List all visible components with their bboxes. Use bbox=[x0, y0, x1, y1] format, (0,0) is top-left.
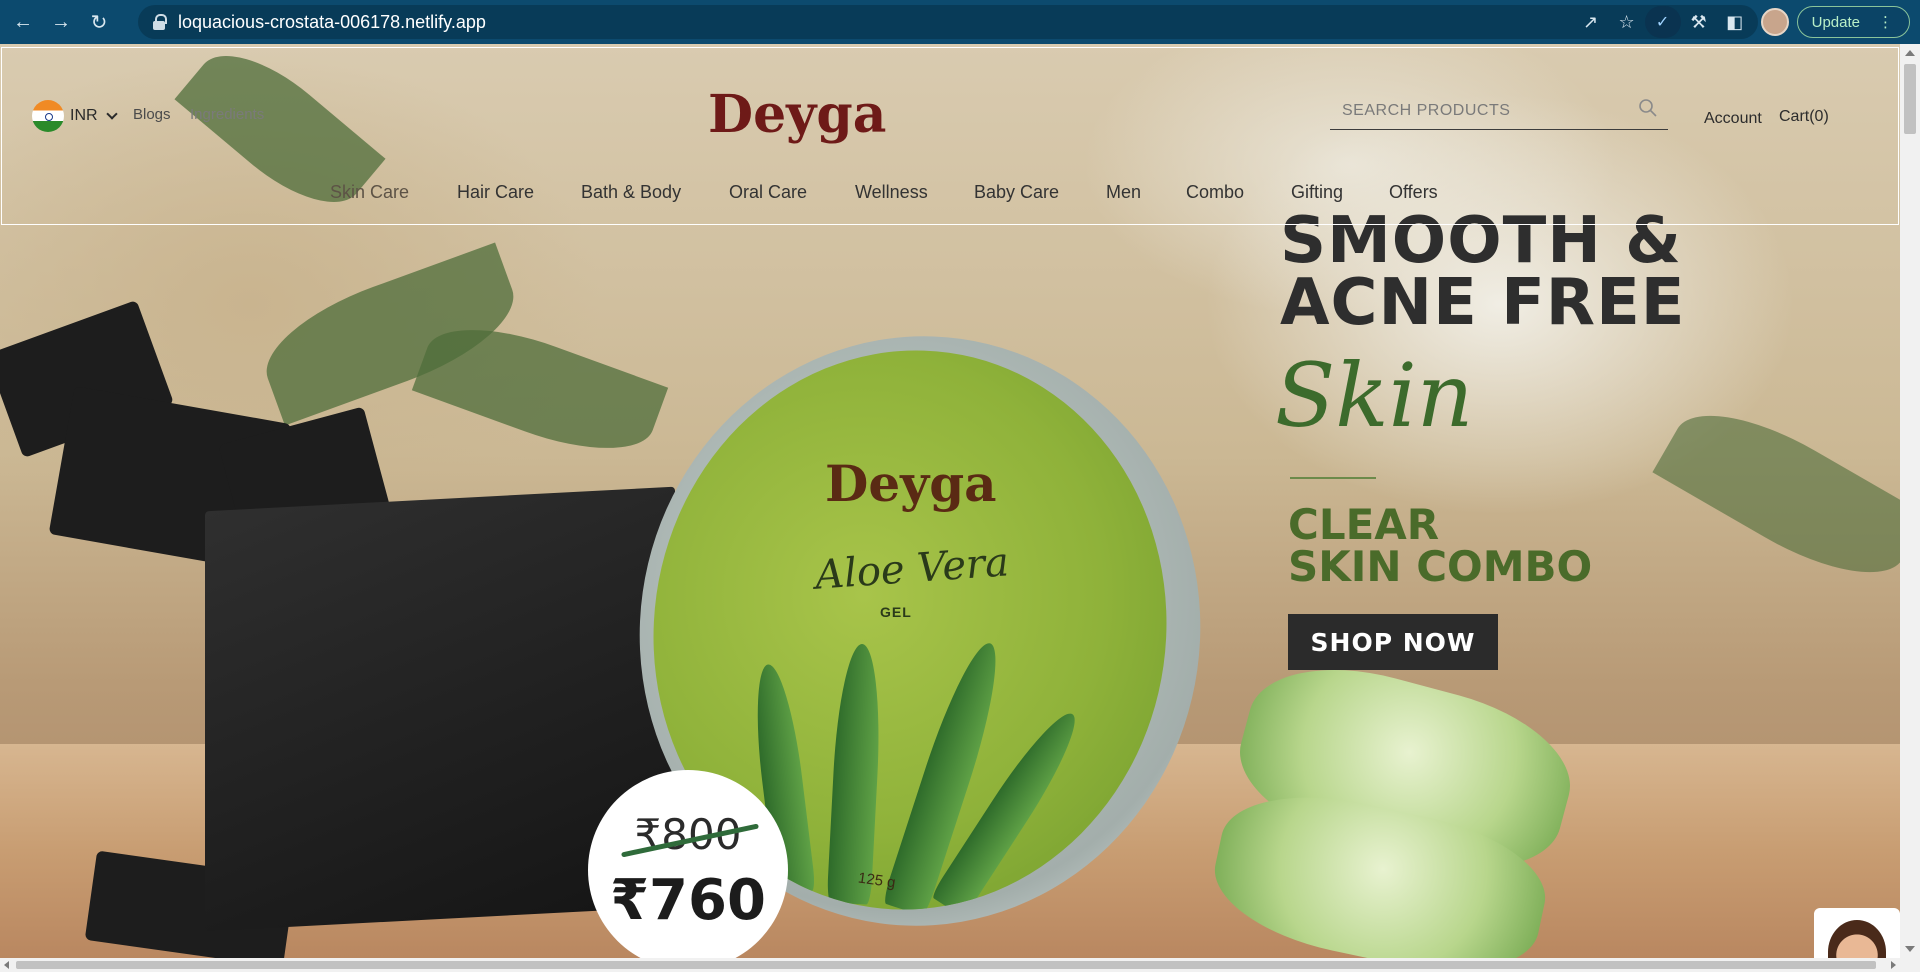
search-input[interactable] bbox=[1330, 94, 1630, 128]
shop-now-button[interactable]: SHOP NOW bbox=[1288, 614, 1498, 670]
original-price: ₹800 bbox=[634, 810, 742, 859]
scrollbar-thumb[interactable] bbox=[16, 961, 1876, 969]
account-link[interactable]: Account bbox=[1704, 110, 1762, 128]
ingredients-link[interactable]: Ingredients bbox=[190, 106, 264, 123]
nav-item-bath-body[interactable]: Bath & Body bbox=[581, 182, 681, 203]
page-viewport: Deyga Aloe Vera GEL 125 g ₹800 ₹760 SMOO… bbox=[0, 44, 1900, 958]
scrollbar-thumb[interactable] bbox=[1904, 64, 1916, 134]
scroll-up-icon[interactable] bbox=[1905, 50, 1915, 56]
update-button[interactable]: Update ⋮ bbox=[1796, 6, 1910, 38]
combo-title-line2: SKIN COMBO bbox=[1288, 542, 1593, 591]
url-text[interactable]: loquacious-crostata-006178.netlify.app bbox=[178, 12, 486, 33]
nav-item-combo[interactable]: Combo bbox=[1186, 182, 1244, 203]
promo-divider bbox=[1290, 477, 1376, 479]
address-bar[interactable]: loquacious-crostata-006178.netlify.app bbox=[138, 5, 1758, 39]
menu-kebab-icon: ⋮ bbox=[1878, 14, 1893, 31]
chat-assistant-widget[interactable] bbox=[1814, 908, 1900, 958]
scroll-right-icon[interactable] bbox=[1891, 961, 1896, 969]
promo-script-text: Skin bbox=[1275, 344, 1474, 447]
update-label: Update bbox=[1811, 13, 1860, 31]
bookmark-star-icon[interactable]: ☆ bbox=[1609, 4, 1645, 40]
nav-item-baby-care[interactable]: Baby Care bbox=[974, 182, 1059, 203]
jar-brand-text: Deyga bbox=[825, 454, 997, 513]
nav-item-gifting[interactable]: Gifting bbox=[1291, 182, 1343, 203]
jar-product-type: GEL bbox=[880, 604, 912, 620]
main-navigation: Skin Care Hair Care Bath & Body Oral Car… bbox=[2, 182, 1900, 214]
chat-avatar-icon bbox=[1828, 920, 1886, 958]
nav-item-wellness[interactable]: Wellness bbox=[855, 182, 928, 203]
blogs-link[interactable]: Blogs bbox=[133, 106, 171, 123]
forward-icon[interactable]: → bbox=[46, 7, 76, 37]
aloe-illustration bbox=[826, 642, 885, 905]
site-logo[interactable]: Deyga bbox=[708, 84, 886, 145]
background-leaf bbox=[1652, 385, 1900, 603]
cart-link[interactable]: Cart(0) bbox=[1779, 108, 1829, 126]
nav-item-skin-care[interactable]: Skin Care bbox=[330, 182, 409, 203]
back-icon[interactable]: ← bbox=[8, 7, 38, 37]
nav-item-men[interactable]: Men bbox=[1106, 182, 1141, 203]
extensions-puzzle-icon[interactable]: ⚒ bbox=[1681, 4, 1717, 40]
profile-avatar[interactable] bbox=[1760, 8, 1789, 36]
search-box bbox=[1330, 94, 1668, 130]
share-icon[interactable]: ↗ bbox=[1573, 4, 1609, 40]
sale-price: ₹760 bbox=[610, 868, 766, 933]
browser-toolbar: ← → ↻ loquacious-crostata-006178.netlify… bbox=[0, 0, 1920, 44]
chevron-down-icon bbox=[105, 108, 118, 120]
nav-item-oral-care[interactable]: Oral Care bbox=[729, 182, 807, 203]
reload-icon[interactable]: ↻ bbox=[84, 7, 114, 37]
horizontal-scrollbar[interactable] bbox=[0, 958, 1920, 972]
site-header: INR Blogs Ingredients Deyga Account Cart… bbox=[1, 47, 1899, 225]
currency-label: INR bbox=[70, 107, 98, 124]
lock-icon[interactable] bbox=[152, 14, 167, 30]
nav-item-offers[interactable]: Offers bbox=[1389, 182, 1438, 203]
nav-item-hair-care[interactable]: Hair Care bbox=[457, 182, 534, 203]
scroll-down-icon[interactable] bbox=[1905, 946, 1915, 952]
price-badge: ₹800 ₹760 bbox=[588, 770, 788, 958]
side-panel-icon[interactable]: ◧ bbox=[1717, 4, 1753, 40]
currency-selector[interactable]: INR bbox=[32, 100, 118, 132]
vertical-scrollbar[interactable] bbox=[1900, 44, 1920, 958]
search-icon[interactable] bbox=[1638, 98, 1658, 118]
extension-eyedropper-icon[interactable]: ✓ bbox=[1644, 6, 1681, 38]
india-flag-icon bbox=[32, 100, 64, 132]
promo-headline-line2: ACNE FREE bbox=[1280, 266, 1686, 340]
scroll-left-icon[interactable] bbox=[4, 961, 9, 969]
